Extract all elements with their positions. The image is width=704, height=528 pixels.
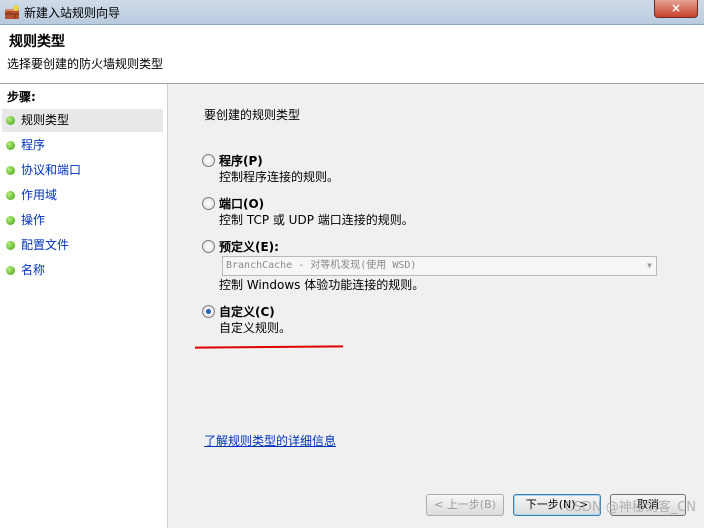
step-bullet-icon [6,141,15,150]
close-button[interactable]: × [654,0,698,18]
option-description: 控制程序连接的规则。 [219,170,340,184]
step-bullet-icon [6,116,15,125]
step-bullet-icon [6,191,15,200]
page-title: 规则类型 [9,34,65,50]
sidebar-item-label: 规则类型 [21,113,70,127]
option-title[interactable]: 程序(P) [219,152,263,169]
step-bullet-icon [6,166,15,175]
sidebar-item-label: 作用域 [21,188,58,202]
step-bullet-icon [6,266,15,275]
sidebar-item-name[interactable]: 名称 [2,259,163,282]
sidebar-item-action[interactable]: 操作 [2,209,163,232]
custom-radio[interactable] [202,305,215,318]
sidebar-item-profile[interactable]: 配置文件 [2,234,163,257]
predefined-select-value: BranchCache - 对等机发现(使用 WSD) [226,260,417,271]
program-radio[interactable] [202,154,215,167]
option-description: 自定义规则。 [219,321,292,335]
watermark: CSDN @神秘剑客_CN [564,500,697,515]
steps-sidebar: 步骤: 规则类型 程序 协议和端口 作用域 操作 配置文件 名称 [0,84,168,528]
step-bullet-icon [6,241,15,250]
window-title: 新建入站规则向导 [24,6,121,20]
title-bar[interactable]: 新建入站规则向导 × [0,0,704,25]
firewall-icon [5,5,19,19]
sidebar-item-label: 程序 [21,138,46,152]
chevron-down-icon: ▼ [647,261,652,270]
option-description: 控制 TCP 或 UDP 端口连接的规则。 [219,213,414,227]
predefined-select[interactable]: BranchCache - 对等机发现(使用 WSD) ▼ [222,256,657,276]
option-title[interactable]: 预定义(E): [219,238,279,255]
steps-label: 步骤: [7,90,36,104]
rule-type-question: 要创建的规则类型 [204,108,301,122]
option-title[interactable]: 自定义(C) [219,303,275,320]
port-radio[interactable] [202,197,215,210]
sidebar-item-program[interactable]: 程序 [2,134,163,157]
back-button[interactable]: < 上一步(B) [426,494,504,516]
option-title[interactable]: 端口(O) [219,195,264,212]
close-icon: × [670,1,682,15]
annotation-underline [194,345,344,349]
predefined-radio[interactable] [202,240,215,253]
sidebar-item-label: 操作 [21,213,46,227]
sidebar-item-scope[interactable]: 作用域 [2,184,163,207]
sidebar-item-protocol-port[interactable]: 协议和端口 [2,159,163,182]
sidebar-item-label: 协议和端口 [21,163,82,177]
step-bullet-icon [6,216,15,225]
learn-more-link[interactable]: 了解规则类型的详细信息 [204,432,336,449]
sidebar-item-label: 配置文件 [21,238,70,252]
sidebar-item-rule-type[interactable]: 规则类型 [2,109,163,132]
sidebar-item-label: 名称 [21,263,46,277]
main-content: 要创建的规则类型 程序(P) 控制程序连接的规则。 端口(O) 控制 TCP 或… [168,84,704,528]
page-subtitle: 选择要创建的防火墙规则类型 [7,57,164,71]
option-description: 控制 Windows 体验功能连接的规则。 [219,278,425,292]
wizard-header: 规则类型 选择要创建的防火墙规则类型 [0,25,704,84]
